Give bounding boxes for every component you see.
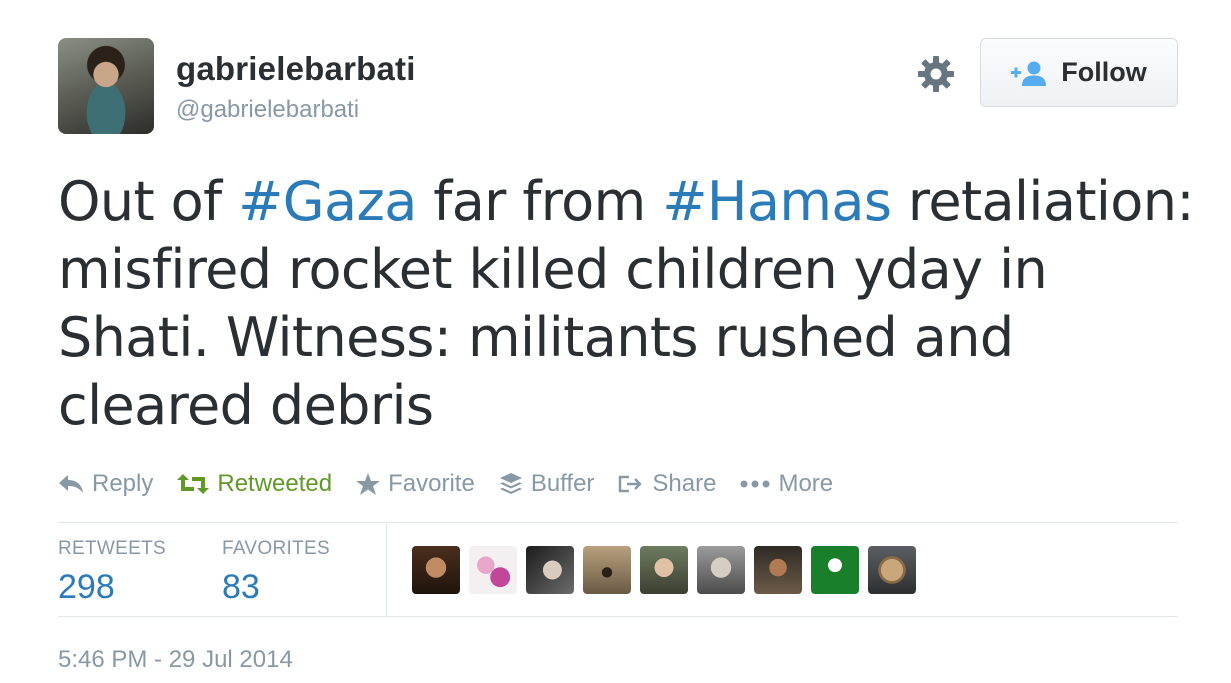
retweeter-avatar[interactable]: [640, 546, 688, 594]
tweet-actions: Reply Retweeted Favorite Buffer Share Mo…: [58, 466, 857, 502]
favorite-label: Favorite: [388, 470, 475, 497]
tweet-text: Out of #Gaza far from #Hamas retaliation…: [58, 168, 1208, 440]
reply-icon: [58, 474, 84, 494]
retweeter-avatars: [412, 546, 916, 594]
hashtag-hamas[interactable]: #Hamas: [662, 170, 892, 233]
retweeter-avatar[interactable]: [697, 546, 745, 594]
favorite-button[interactable]: Favorite: [356, 470, 475, 498]
reply-button[interactable]: Reply: [58, 470, 153, 498]
divider-bottom: [58, 616, 1178, 617]
favorites-label: FAVORITES: [222, 538, 330, 559]
share-button[interactable]: Share: [618, 470, 716, 498]
follow-button[interactable]: Follow: [980, 38, 1178, 107]
favorites-count: 83: [222, 568, 260, 606]
add-user-icon: [1011, 60, 1047, 86]
tweet-text-segment: Out of: [58, 170, 239, 233]
retweeter-avatar[interactable]: [412, 546, 460, 594]
buffer-label: Buffer: [530, 470, 595, 497]
retweets-stat[interactable]: RETWEETS 298: [58, 538, 166, 607]
star-icon: [356, 473, 381, 495]
tweet-timestamp[interactable]: 5:46 PM - 29 Jul 2014: [58, 646, 293, 674]
reply-label: Reply: [92, 470, 154, 497]
retweeted-label: Retweeted: [217, 470, 333, 497]
more-icon: [740, 479, 770, 489]
retweeter-avatar[interactable]: [469, 546, 517, 594]
retweet-button[interactable]: Retweeted: [177, 470, 332, 498]
user-display-name[interactable]: gabrielebarbati: [176, 50, 416, 88]
more-label: More: [778, 470, 834, 497]
user-screen-name[interactable]: @gabrielebarbati: [176, 96, 359, 124]
favorites-stat[interactable]: FAVORITES 83: [222, 538, 330, 607]
gear-icon[interactable]: [916, 54, 956, 94]
retweet-icon: [177, 474, 210, 494]
stats-divider: [386, 524, 387, 616]
hashtag-gaza[interactable]: #Gaza: [238, 170, 417, 233]
share-label: Share: [652, 470, 717, 497]
share-icon: [618, 474, 644, 494]
follow-label: Follow: [1061, 57, 1147, 87]
retweeter-avatar[interactable]: [811, 546, 859, 594]
buffer-icon: [499, 472, 523, 496]
retweets-count: 298: [58, 568, 115, 606]
tweet-text-segment: far from: [416, 170, 663, 233]
retweeter-avatar[interactable]: [868, 546, 916, 594]
more-button[interactable]: More: [740, 470, 833, 498]
divider-top: [58, 522, 1178, 523]
retweets-label: RETWEETS: [58, 538, 166, 559]
retweeter-avatar[interactable]: [754, 546, 802, 594]
retweeter-avatar[interactable]: [583, 546, 631, 594]
retweeter-avatar[interactable]: [526, 546, 574, 594]
buffer-button[interactable]: Buffer: [499, 470, 595, 498]
user-avatar[interactable]: [58, 38, 154, 134]
